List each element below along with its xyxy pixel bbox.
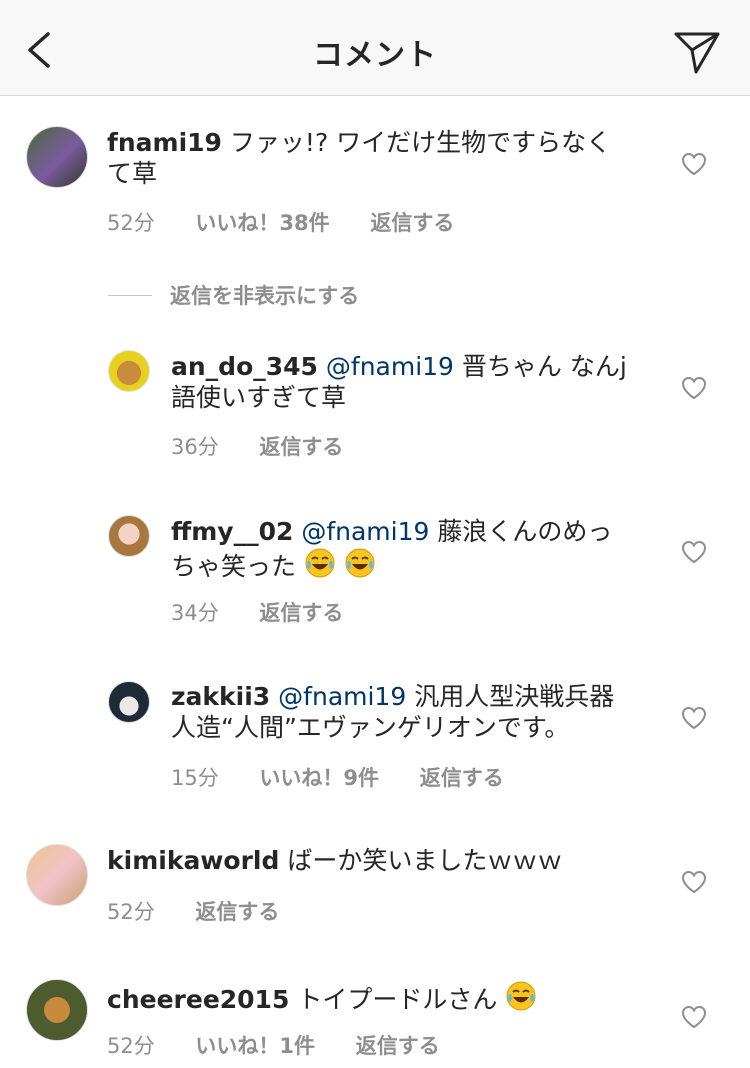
comment-text: cheeree2015 トイプードルさん: [107, 980, 627, 1015]
reply-button[interactable]: 返信する: [259, 435, 343, 459]
comment-meta: 52分 返信する: [107, 896, 313, 926]
heart-icon[interactable]: [681, 706, 707, 730]
mention-link[interactable]: @fnami19: [278, 682, 406, 711]
comment-text: ffmy__02 @fnami19 藤浪くんのめっちゃ笑った: [171, 516, 636, 582]
avatar[interactable]: [108, 350, 150, 392]
heart-icon[interactable]: [681, 376, 707, 400]
reply-button[interactable]: 返信する: [420, 766, 504, 790]
comment-time: 52分: [107, 211, 155, 235]
avatar[interactable]: [26, 126, 88, 188]
comment-time: 15分: [171, 766, 219, 790]
divider-line: [108, 294, 152, 296]
comment-username[interactable]: fnami19: [107, 128, 222, 157]
laughing-emoji-icon: [505, 980, 537, 1012]
comment-text: zakkii3 @fnami19 汎用人型決戦兵器人造“人間”エヴァンゲリオンで…: [171, 681, 636, 743]
comment-meta: 34分 返信する: [171, 597, 377, 627]
heart-icon[interactable]: [681, 870, 707, 894]
mention-link[interactable]: @fnami19: [326, 352, 454, 381]
comment-text: kimikaworld ばーか笑いましたｗｗｗ: [107, 845, 627, 876]
comment-meta: 36分 返信する: [171, 431, 377, 461]
likes-count[interactable]: いいね！1件: [195, 1034, 315, 1058]
comment-meta: 15分 いいね！9件 返信する: [171, 762, 538, 792]
comment-body: ばーか笑いましたｗｗｗ: [287, 846, 563, 875]
comment-text: fnami19 ファッ!? ワイだけ生物ですらなくて草: [107, 127, 627, 189]
comment-time: 34分: [171, 601, 219, 625]
avatar[interactable]: [108, 515, 150, 557]
avatar[interactable]: [108, 681, 150, 723]
comment-username[interactable]: kimikaworld: [107, 846, 279, 875]
header-bar: コメント: [0, 0, 750, 96]
likes-count[interactable]: いいね！9件: [259, 766, 379, 790]
reply-button[interactable]: 返信する: [195, 900, 279, 924]
hide-replies-label: 返信を非表示にする: [170, 284, 360, 308]
comment-meta: 52分 いいね！1件 返信する: [107, 1030, 474, 1060]
share-button[interactable]: [672, 28, 722, 78]
comment-meta: 52分 いいね！38件 返信する: [107, 207, 488, 237]
page-title: コメント: [313, 38, 437, 73]
laughing-emoji-icon: [304, 547, 336, 579]
comment-text: an_do_345 @fnami19 晋ちゃん なんj語使いすぎて草: [171, 351, 636, 413]
comment-time: 52分: [107, 1034, 155, 1058]
laughing-emoji-icon: [344, 547, 376, 579]
hide-replies-button[interactable]: 返信を非表示にする: [108, 280, 359, 310]
heart-icon[interactable]: [681, 540, 707, 564]
comment-username[interactable]: zakkii3: [171, 682, 270, 711]
comment-time: 36分: [171, 435, 219, 459]
comment-username[interactable]: cheeree2015: [107, 985, 289, 1014]
heart-icon[interactable]: [681, 1005, 707, 1029]
comment-username[interactable]: ffmy__02: [171, 517, 293, 546]
comment-time: 52分: [107, 900, 155, 924]
comment-body: トイプードルさん: [297, 985, 498, 1014]
mention-link[interactable]: @fnami19: [301, 517, 429, 546]
likes-count[interactable]: いいね！38件: [195, 211, 329, 235]
paper-plane-icon: [674, 32, 720, 74]
reply-button[interactable]: 返信する: [259, 601, 343, 625]
reply-button[interactable]: 返信する: [370, 211, 454, 235]
reply-button[interactable]: 返信する: [356, 1034, 440, 1058]
avatar[interactable]: [26, 844, 88, 906]
avatar[interactable]: [26, 979, 88, 1041]
heart-icon[interactable]: [681, 152, 707, 176]
comment-username[interactable]: an_do_345: [171, 352, 318, 381]
